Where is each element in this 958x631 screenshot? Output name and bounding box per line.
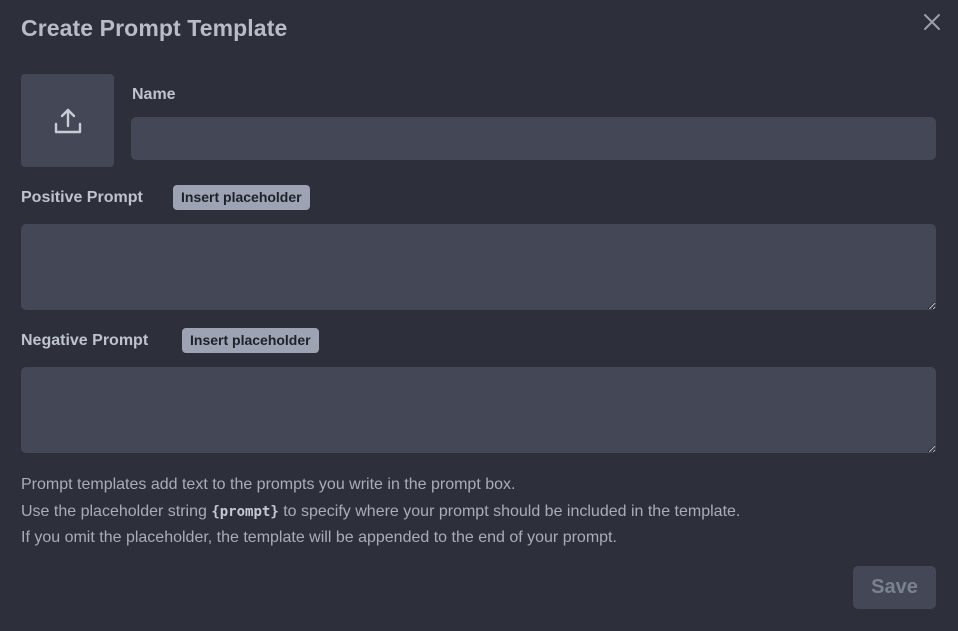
- positive-insert-placeholder-button[interactable]: Insert placeholder: [173, 185, 310, 210]
- negative-prompt-label: Negative Prompt: [21, 332, 149, 349]
- close-button[interactable]: [922, 12, 942, 32]
- upload-icon: [54, 108, 81, 133]
- image-upload-button[interactable]: [21, 74, 114, 167]
- positive-prompt-textarea[interactable]: [21, 224, 936, 310]
- dialog-title: Create Prompt Template: [21, 15, 288, 41]
- name-input[interactable]: [131, 117, 936, 160]
- negative-prompt-textarea[interactable]: [21, 367, 936, 453]
- save-button[interactable]: Save: [853, 566, 936, 609]
- create-prompt-template-dialog: Create Prompt Template Name Positive Pro…: [0, 0, 958, 631]
- help-text: Prompt templates add text to the prompts…: [21, 472, 740, 552]
- positive-prompt-label: Positive Prompt: [21, 189, 143, 206]
- help-line-2-after: to specify where your prompt should be i…: [278, 502, 741, 520]
- name-label: Name: [132, 86, 176, 103]
- help-line-3: If you omit the placeholder, the templat…: [21, 529, 617, 546]
- help-line-2: Use the placeholder string {prompt} to s…: [21, 499, 740, 526]
- negative-insert-placeholder-button[interactable]: Insert placeholder: [182, 328, 319, 353]
- placeholder-code: {prompt}: [211, 503, 279, 520]
- help-line-2-before: Use the placeholder string: [21, 502, 212, 520]
- help-line-1: Prompt templates add text to the prompts…: [21, 476, 516, 493]
- close-icon: [924, 14, 940, 30]
